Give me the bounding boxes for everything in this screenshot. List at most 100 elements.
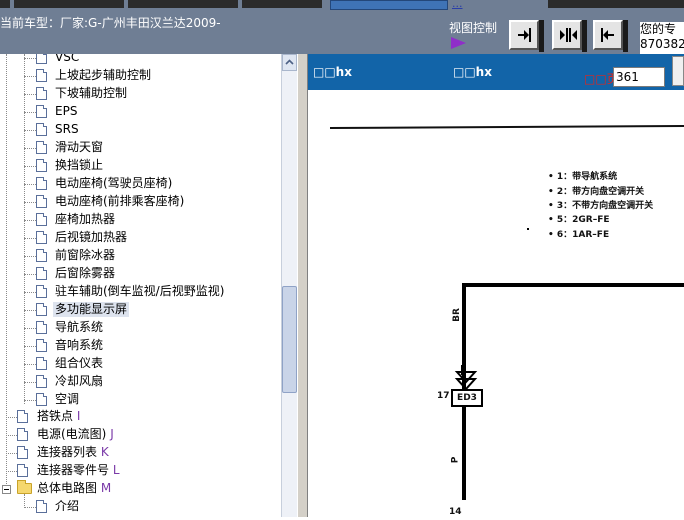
tree-folder[interactable]: 总体电路图 M bbox=[0, 480, 281, 498]
pane-splitter[interactable] bbox=[297, 54, 308, 517]
tree-item[interactable]: 多功能显示屏 bbox=[0, 301, 281, 319]
tree-item[interactable]: 电源(电流图) J bbox=[0, 426, 281, 444]
user-info: 您的专 870382 bbox=[640, 22, 684, 54]
toolbar-tab-active[interactable] bbox=[330, 0, 448, 10]
tree-item-shortcut: M bbox=[100, 481, 112, 495]
document-icon bbox=[36, 159, 47, 172]
tree-item[interactable]: 换挡锁止 bbox=[0, 157, 281, 175]
legend-item: • 5：2GR–FE bbox=[548, 215, 610, 225]
button-divider bbox=[539, 20, 544, 52]
tree-item[interactable]: 电动座椅(前排乘客座椅) bbox=[0, 193, 281, 211]
tree-item-label: 搭铁点 I bbox=[35, 409, 82, 424]
tree-item[interactable]: 电动座椅(驾驶员座椅) bbox=[0, 175, 281, 193]
toolbar-tab[interactable] bbox=[128, 0, 238, 8]
tree-item-text: 总体电路图 bbox=[37, 481, 98, 495]
document-icon bbox=[17, 410, 28, 423]
tree-item[interactable]: EPS bbox=[0, 103, 281, 121]
toolbar-tab[interactable] bbox=[242, 0, 322, 8]
view-control-label: 视图控制 bbox=[449, 21, 498, 35]
button-divider bbox=[623, 20, 628, 52]
document-icon bbox=[36, 339, 47, 352]
tree-item-shortcut: I bbox=[76, 409, 81, 423]
tree-item-label: EPS bbox=[53, 104, 79, 119]
tree-item-text: SRS bbox=[55, 122, 79, 136]
connector-ed3: ED3 bbox=[451, 389, 483, 407]
tree-item[interactable]: SRS bbox=[0, 121, 281, 139]
tree-item-label: 下坡辅助控制 bbox=[53, 86, 129, 101]
tree-item-text: 空调 bbox=[55, 392, 80, 406]
toolbar-tab[interactable] bbox=[14, 0, 124, 8]
button-divider bbox=[582, 20, 587, 52]
more-link[interactable]: ... bbox=[452, 0, 463, 9]
tree-item[interactable]: 连接器零件号 L bbox=[0, 462, 281, 480]
tree-guide bbox=[24, 58, 36, 59]
page-go-button[interactable] bbox=[672, 56, 684, 86]
pin-number-17: 17 bbox=[437, 391, 450, 401]
document-icon bbox=[36, 285, 47, 298]
document-icon bbox=[17, 428, 28, 441]
tree-scrollbar[interactable] bbox=[281, 54, 297, 517]
tree-item[interactable]: 座椅加热器 bbox=[0, 211, 281, 229]
tree-item[interactable]: 空调 bbox=[0, 391, 281, 409]
tree-item[interactable]: 上坡起步辅助控制 bbox=[0, 67, 281, 85]
tree-item-label: 组合仪表 bbox=[53, 356, 105, 371]
document-icon bbox=[36, 195, 47, 208]
tree-item[interactable]: 搭铁点 I bbox=[0, 408, 281, 426]
tree-guide bbox=[24, 130, 36, 131]
tree-guide bbox=[24, 238, 36, 239]
legend-item: • 6：1AR–FE bbox=[548, 230, 610, 240]
arrows-inward-icon bbox=[560, 28, 577, 42]
tree-item[interactable]: 后视镜加热器 bbox=[0, 229, 281, 247]
view-control-arrow-icon[interactable] bbox=[451, 37, 466, 49]
page-number-input[interactable] bbox=[613, 67, 665, 87]
legend-item: • 1：带导航系统 bbox=[548, 172, 618, 182]
document-icon bbox=[36, 123, 47, 136]
tree-item-text: 前窗除冰器 bbox=[55, 248, 116, 262]
tree-guide bbox=[24, 400, 36, 401]
tree-item[interactable]: 组合仪表 bbox=[0, 355, 281, 373]
tree-guide bbox=[24, 202, 36, 203]
toolbar-tab[interactable] bbox=[548, 0, 684, 8]
tree-item[interactable]: 驻车辅助(倒车监视/后视野监视) bbox=[0, 283, 281, 301]
document-icon bbox=[36, 500, 47, 513]
folder-open-icon bbox=[17, 480, 32, 494]
tree-guide bbox=[6, 471, 17, 472]
tree-item[interactable]: VSC bbox=[0, 54, 281, 67]
fit-width-button[interactable] bbox=[509, 20, 539, 50]
document-icon bbox=[36, 231, 47, 244]
legend-item: • 2：带方向盘空调开关 bbox=[548, 187, 645, 197]
tree-item[interactable]: 滑动天窗 bbox=[0, 139, 281, 157]
tree-item[interactable]: 连接器列表 K bbox=[0, 444, 281, 462]
tree-item[interactable]: 前窗除冰器 bbox=[0, 247, 281, 265]
tree-guide bbox=[6, 453, 17, 454]
tree-item[interactable]: 下坡辅助控制 bbox=[0, 85, 281, 103]
document-icon bbox=[36, 141, 47, 154]
tree-item[interactable]: 后窗除雾器 bbox=[0, 265, 281, 283]
tree-item-text: 电动座椅(前排乘客座椅) bbox=[55, 194, 185, 208]
tree-item[interactable]: 冷却风扇 bbox=[0, 373, 281, 391]
document-icon bbox=[36, 321, 47, 334]
collapse-icon[interactable] bbox=[2, 485, 11, 494]
tree-item[interactable]: 导航系统 bbox=[0, 319, 281, 337]
tree-item-text: 导航系统 bbox=[55, 320, 104, 334]
tree-item-text: 组合仪表 bbox=[55, 356, 104, 370]
tree-guide bbox=[24, 364, 36, 365]
car-model: 当前车型：厂家:G-广州丰田汉兰达2009- bbox=[0, 14, 221, 31]
tree-item[interactable]: 介绍 bbox=[0, 498, 281, 516]
fit-page-button[interactable] bbox=[552, 20, 582, 50]
tree-item-label: 总体电路图 M bbox=[35, 481, 113, 496]
tree-item-label: 前窗除冰器 bbox=[53, 248, 117, 263]
scroll-thumb[interactable] bbox=[282, 286, 297, 393]
tree-item-text: 下坡辅助控制 bbox=[55, 86, 128, 100]
scroll-up-button[interactable] bbox=[282, 54, 297, 71]
tree-item-label: VSC bbox=[53, 54, 81, 65]
tree-guide bbox=[24, 346, 36, 347]
tree-item[interactable]: 音响系统 bbox=[0, 337, 281, 355]
tree-item-shortcut: L bbox=[112, 463, 120, 477]
document-icon bbox=[36, 375, 47, 388]
tree-guide bbox=[24, 507, 36, 508]
document-icon bbox=[36, 177, 47, 190]
tree-item-label: 导航系统 bbox=[53, 320, 105, 335]
circuit-tree: VSC 上坡起步辅助控制 下坡辅助控制 EPS SRS 滑动天窗 换挡锁止 电动… bbox=[0, 54, 281, 517]
actual-size-button[interactable] bbox=[593, 20, 623, 50]
